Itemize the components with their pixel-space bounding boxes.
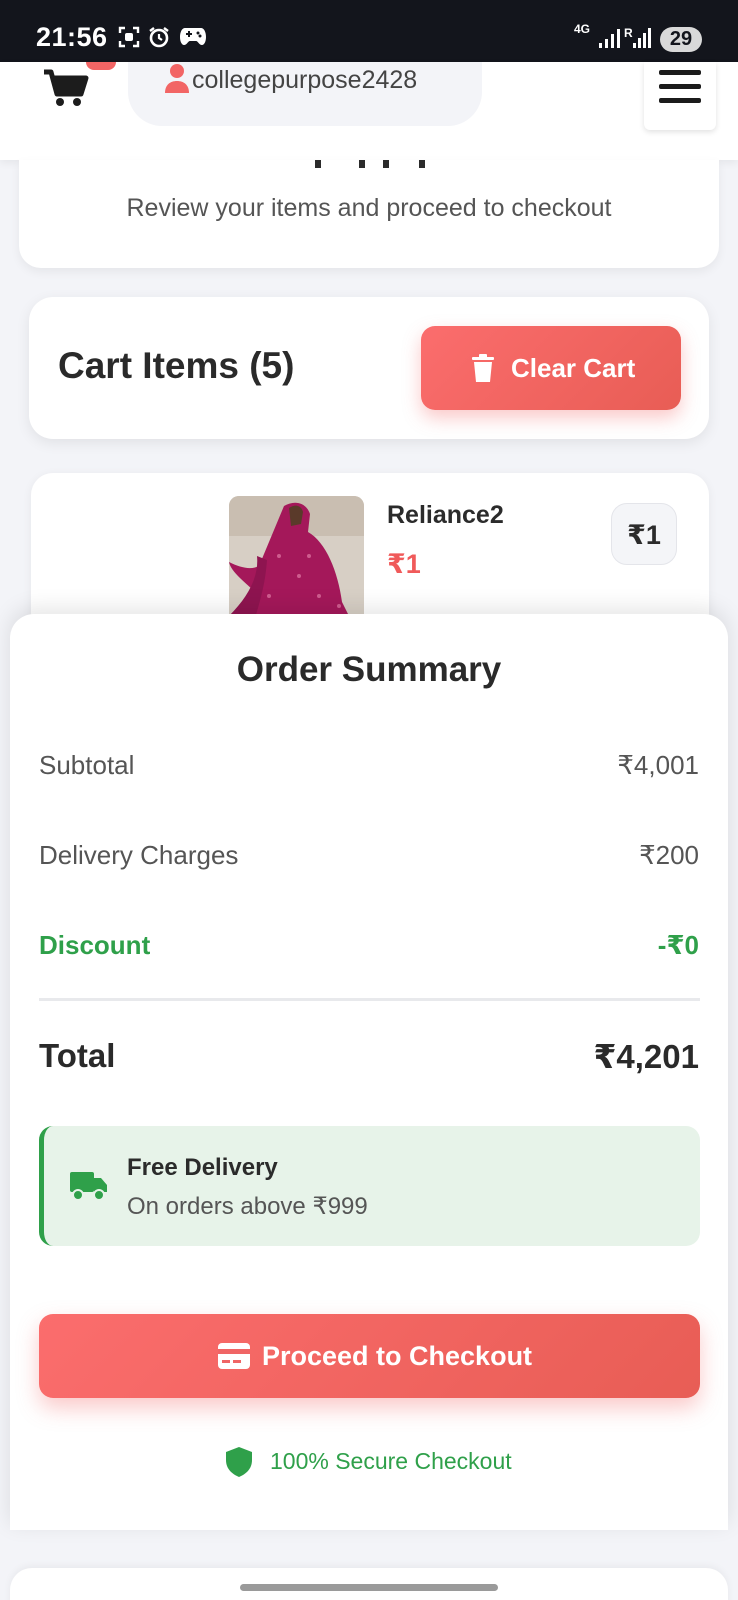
discount-value: -₹0 <box>657 930 699 960</box>
free-delivery-title: Free Delivery <box>127 1154 278 1181</box>
delivery-charges-label: Delivery Charges <box>39 840 239 870</box>
page-header-card: Review your items and proceed to checkou… <box>19 160 719 268</box>
user-icon <box>165 64 189 93</box>
secure-checkout-label: 100% Secure Checkout <box>270 1448 512 1474</box>
proceed-to-checkout-button[interactable]: Proceed to Checkout <box>39 1314 700 1398</box>
cart-icon[interactable] <box>42 64 90 108</box>
total-value: ₹4,201 <box>593 1038 699 1075</box>
user-account-pill[interactable]: collegepurpose2428 <box>128 62 482 126</box>
subtotal-label: Subtotal <box>39 750 135 780</box>
status-bar: 21:56 4G R 29 <box>0 0 738 62</box>
username: collegepurpose2428 <box>192 66 418 94</box>
menu-icon <box>659 70 701 75</box>
product-price: ₹1 <box>387 549 421 579</box>
truck-icon <box>70 1172 107 1201</box>
signal-roaming-icon: R <box>624 26 651 48</box>
cart-items-title: Cart Items (5) <box>58 345 295 386</box>
game-icon <box>180 28 206 45</box>
page-title-clipped <box>309 160 439 168</box>
page-subtitle: Review your items and proceed to checkou… <box>126 194 612 222</box>
clear-cart-button[interactable]: Clear Cart <box>421 326 681 410</box>
menu-button[interactable] <box>644 62 716 130</box>
discount-label: Discount <box>39 930 151 960</box>
clock: 21:56 <box>36 22 108 52</box>
product-name[interactable]: Reliance2 <box>387 501 504 530</box>
alarm-icon <box>149 27 169 48</box>
signal-icon <box>599 29 620 48</box>
home-indicator[interactable] <box>240 1584 498 1591</box>
credit-card-icon <box>218 1343 250 1369</box>
cart-count-badge <box>86 62 116 70</box>
cart-items-header: Cart Items (5) Clear Cart <box>29 297 709 439</box>
delivery-charges-value: ₹200 <box>639 840 699 870</box>
battery-level: 29 <box>660 27 702 52</box>
secure-checkout-note: 100% Secure Checkout <box>10 1444 728 1477</box>
shield-icon <box>226 1447 252 1477</box>
trash-icon <box>472 354 494 382</box>
total-label: Total <box>39 1037 116 1074</box>
app-header: collegepurpose2428 <box>0 62 738 160</box>
screenshot-icon <box>118 26 140 48</box>
summary-divider <box>39 998 700 1001</box>
network-type: 4G <box>574 22 591 36</box>
subtotal-value: ₹4,001 <box>617 750 699 780</box>
order-summary-panel: Order Summary Subtotal ₹4,001 Delivery C… <box>10 614 728 1530</box>
svg-text:R: R <box>624 26 633 40</box>
clear-cart-label: Clear Cart <box>511 353 636 383</box>
order-summary-title: Order Summary <box>236 650 502 689</box>
free-delivery-notice: Free Delivery On orders above ₹999 <box>39 1126 700 1246</box>
item-line-total: ₹1 <box>611 503 677 565</box>
free-delivery-subtitle: On orders above ₹999 <box>127 1193 368 1220</box>
proceed-to-checkout-label: Proceed to Checkout <box>262 1341 533 1371</box>
